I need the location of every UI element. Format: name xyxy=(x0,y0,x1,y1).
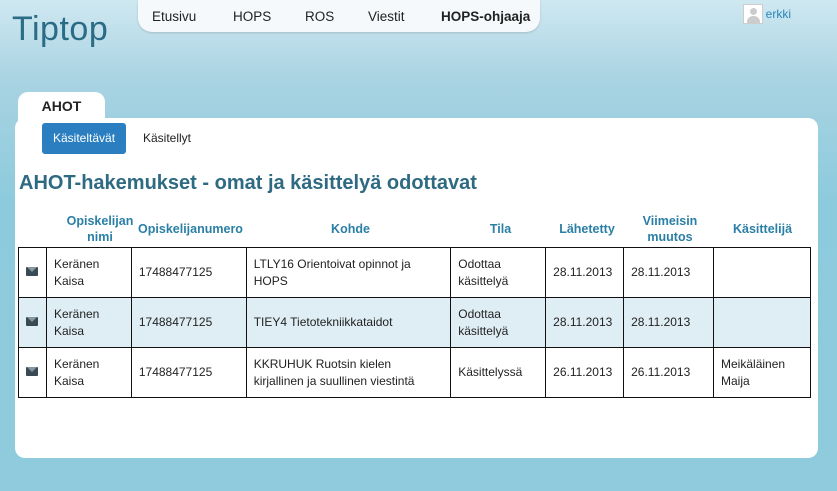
student-last-name: Keränen xyxy=(53,256,100,271)
student-name-cell: Keränen Kaisa xyxy=(45,247,132,298)
subtab-kasitellyt[interactable]: Käsitellyt xyxy=(132,123,202,154)
handler-cell xyxy=(713,297,811,348)
applications-table: Keränen Kaisa 17488477125 LTLY16 Orientoi… xyxy=(18,247,811,398)
target-cell: TIEY4 Tietotekniikkataidot xyxy=(245,297,452,348)
handler-line2: Maija xyxy=(721,373,750,388)
column-header-last-change-line1: Viimeisin xyxy=(642,214,698,228)
table-header: Opiskelijan nimi Opiskelijanumero Kohde … xyxy=(15,211,818,247)
column-header-name-line1: Opiskelijan xyxy=(66,214,134,228)
table-row[interactable]: Keränen Kaisa 17488477125 TIEY4 Tietotekn… xyxy=(18,297,811,348)
table-row[interactable]: Keränen Kaisa 17488477125 KKRUHUK Ruotsin… xyxy=(18,347,811,398)
column-header-name[interactable]: Opiskelijan nimi xyxy=(55,213,145,245)
sent-date-cell: 26.11.2013 xyxy=(545,347,625,398)
message-cell[interactable] xyxy=(18,347,47,398)
status-line2: käsittelyä xyxy=(458,273,509,288)
nav-item-hops[interactable]: HOPS xyxy=(233,9,271,24)
status-line2: käsittelyä xyxy=(458,323,509,338)
main-panel: Käsiteltävät Käsitellyt AHOT-hakemukset … xyxy=(15,118,818,458)
sent-date-cell: 28.11.2013 xyxy=(545,297,625,348)
column-header-student-number[interactable]: Opiskelijanumero xyxy=(133,221,248,237)
page-title: AHOT-hakemukset - omat ja käsittelyä odo… xyxy=(19,172,477,194)
mail-icon[interactable] xyxy=(26,317,39,326)
student-name-cell: Keränen Kaisa xyxy=(45,297,132,348)
column-header-sent[interactable]: Lähetetty xyxy=(548,221,626,237)
status-cell: Käsittelyssä xyxy=(450,347,547,398)
top-navigation: Etusivu HOPS ROS Viestit HOPS-ohjaaja xyxy=(138,0,540,32)
handler-cell xyxy=(713,247,811,298)
avatar xyxy=(742,4,763,24)
message-cell[interactable] xyxy=(18,247,47,298)
target-cell: KKRUHUK Ruotsin kielen kirjallinen ja suu… xyxy=(245,347,452,398)
student-number-cell: 17488477125 xyxy=(130,297,247,348)
status-line1: Odottaa xyxy=(458,256,501,271)
user-name-link[interactable]: erkki xyxy=(766,7,791,21)
nav-item-viestit[interactable]: Viestit xyxy=(368,9,405,24)
status-line1: Käsittelyssä xyxy=(458,365,523,379)
target-line2: HOPS xyxy=(253,273,288,288)
handler-cell: Meikäläinen Maija xyxy=(713,347,811,398)
column-header-name-line2: nimi xyxy=(87,230,113,244)
user-menu[interactable]: erkki xyxy=(742,4,791,24)
app-logo[interactable]: Tiptop xyxy=(12,10,108,49)
status-line1: Odottaa xyxy=(458,306,501,321)
student-name-cell: Keränen Kaisa xyxy=(45,347,132,398)
student-first-name: Kaisa xyxy=(53,323,85,338)
message-cell[interactable] xyxy=(18,297,47,348)
mail-icon[interactable] xyxy=(26,367,39,376)
last-change-cell: 26.11.2013 xyxy=(623,347,715,398)
subtab-kasiteltavat[interactable]: Käsiteltävät xyxy=(42,123,127,154)
target-line1: KKRUHUK Ruotsin kielen xyxy=(253,356,392,371)
column-header-status[interactable]: Tila xyxy=(453,221,548,237)
student-number-cell: 17488477125 xyxy=(130,347,247,398)
nav-item-etusivu[interactable]: Etusivu xyxy=(152,9,196,24)
target-cell: LTLY16 Orientoivat opinnot ja HOPS xyxy=(245,247,452,298)
status-cell: Odottaa käsittelyä xyxy=(450,297,547,348)
sent-date-cell: 28.11.2013 xyxy=(545,247,625,298)
target-line1: LTLY16 Orientoivat opinnot ja xyxy=(253,256,411,271)
last-change-cell: 28.11.2013 xyxy=(623,247,715,298)
target-line1: TIEY4 Tietotekniikkataidot xyxy=(253,315,393,329)
handler-line1: Meikäläinen xyxy=(721,356,786,371)
column-header-handler[interactable]: Käsittelijä xyxy=(714,221,811,237)
student-first-name: Kaisa xyxy=(53,373,85,388)
table-row[interactable]: Keränen Kaisa 17488477125 LTLY16 Orientoi… xyxy=(18,247,811,298)
student-first-name: Kaisa xyxy=(53,273,85,288)
student-last-name: Keränen xyxy=(53,356,100,371)
column-header-last-change-line2: muutos xyxy=(647,230,693,244)
target-line2: kirjallinen ja suullinen viestintä xyxy=(253,373,415,388)
nav-item-hops-ohjaaja[interactable]: HOPS-ohjaaja xyxy=(441,9,530,24)
last-change-cell: 28.11.2013 xyxy=(623,297,715,348)
status-cell: Odottaa käsittelyä xyxy=(450,247,547,298)
nav-item-ros[interactable]: ROS xyxy=(305,9,334,24)
column-header-target[interactable]: Kohde xyxy=(248,221,453,237)
student-number-cell: 17488477125 xyxy=(130,247,247,298)
student-last-name: Keränen xyxy=(53,306,100,321)
column-header-last-change[interactable]: Viimeisin muutos xyxy=(626,213,714,245)
mail-icon[interactable] xyxy=(26,267,39,276)
